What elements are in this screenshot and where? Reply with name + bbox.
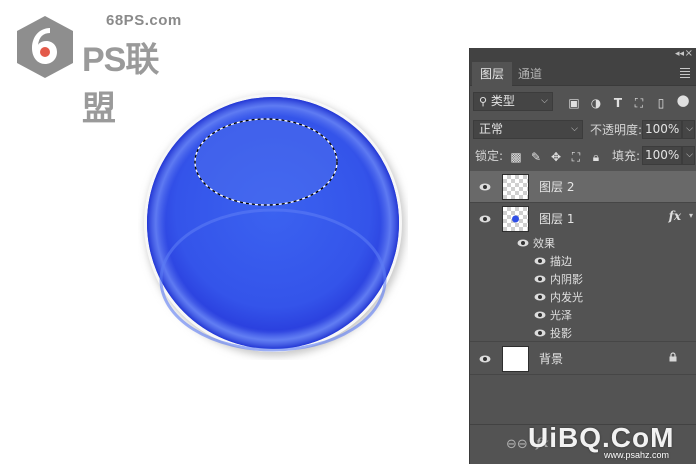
layer-row-layer-2[interactable]: 图层 2	[470, 171, 696, 203]
tab-channels[interactable]: 通道	[510, 62, 550, 86]
layer-row-layer-1[interactable]: 图层 1 fx ▾	[470, 203, 696, 235]
visibility-eye-icon[interactable]	[534, 275, 546, 283]
layer-thumbnail	[502, 346, 529, 372]
glass-ball-artwork	[144, 94, 405, 356]
panel-titlebar: ◂◂ ×	[470, 48, 696, 62]
opacity-label: 不透明度:	[590, 123, 643, 137]
effect-name: 投影	[550, 327, 572, 340]
visibility-eye-icon[interactable]	[479, 355, 491, 363]
effects-label: 效果	[533, 237, 555, 250]
search-icon: ⚲	[479, 95, 488, 108]
opacity-value: 100%	[645, 122, 680, 136]
expand-effects-icon[interactable]: ▾	[689, 211, 693, 220]
tab-layers[interactable]: 图层	[472, 62, 513, 86]
lock-label: 锁定:	[475, 149, 504, 163]
visibility-eye-icon[interactable]	[479, 215, 491, 223]
chevron-down-icon: ⌵	[686, 124, 693, 134]
lock-icon	[669, 352, 677, 362]
watermark-url: www.psahz.com	[604, 450, 670, 460]
visibility-eye-icon[interactable]	[517, 239, 529, 247]
panel-menu-icon[interactable]	[680, 68, 690, 78]
effect-name: 内发光	[550, 291, 583, 304]
chevron-down-icon: ⌵	[541, 96, 548, 106]
visibility-eye-icon[interactable]	[534, 293, 546, 301]
logo-hexagon-icon	[17, 16, 73, 78]
lock-artboard-icon[interactable]: ⛶	[569, 149, 583, 165]
layer-name[interactable]: 图层 1	[539, 210, 574, 227]
visibility-eye-icon[interactable]	[534, 311, 546, 319]
chevron-down-icon: ⌵	[686, 150, 693, 160]
filter-adjustment-icon[interactable]: ◑	[589, 95, 603, 111]
filter-smart-object-icon[interactable]: ▯	[654, 95, 668, 111]
layer-name[interactable]: 背景	[539, 350, 563, 367]
panel-tabs: 图层 通道	[470, 62, 696, 86]
effect-row-inner-glow[interactable]: 内发光	[470, 288, 696, 306]
opacity-input[interactable]: 100%	[642, 120, 682, 139]
lock-transparent-icon[interactable]: ▩	[509, 149, 523, 165]
filter-kind-select[interactable]: ⚲ 类型 ⌵	[473, 92, 553, 111]
effect-name: 内阴影	[550, 273, 583, 286]
blend-mode-value: 正常	[479, 122, 504, 136]
visibility-eye-icon[interactable]	[534, 329, 546, 337]
fill-label: 填充:	[612, 149, 641, 163]
fill-input[interactable]: 100%	[642, 146, 682, 165]
filter-kind-label: 类型	[490, 94, 515, 108]
ps-union-logo: 68PS.com PS联盟	[12, 8, 187, 128]
effect-row-stroke[interactable]: 描边	[470, 252, 696, 270]
layer-name[interactable]: 图层 2	[539, 178, 574, 195]
layer-row-background[interactable]: 背景	[470, 343, 696, 375]
filter-type-icon[interactable]: T	[611, 95, 625, 111]
effect-row-drop-shadow[interactable]: 投影	[470, 324, 696, 342]
lock-image-brush-icon[interactable]: ✎	[529, 149, 543, 165]
close-icon[interactable]: ×	[685, 48, 693, 59]
fill-value: 100%	[645, 148, 680, 162]
effect-name: 光泽	[550, 309, 572, 322]
uibq-watermark: UiBQ.CoM www.psahz.com	[520, 420, 696, 464]
filter-shape-icon[interactable]: ⛶	[632, 95, 646, 111]
lock-row: 锁定: ▩ ✎ ✥ ⛶ 🔒︎ 填充: 100% ⌵	[470, 146, 696, 168]
lock-position-move-icon[interactable]: ✥	[549, 149, 563, 165]
filter-toggle-icon[interactable]: ●	[676, 92, 690, 108]
visibility-eye-icon[interactable]	[479, 183, 491, 191]
blend-mode-select[interactable]: 正常 ⌵	[473, 120, 583, 139]
layer-fx-badge[interactable]: fx	[669, 209, 681, 223]
logo-site-text: 68PS.com	[106, 12, 182, 29]
effect-row-satin[interactable]: 光泽	[470, 306, 696, 324]
effect-name: 描边	[550, 255, 572, 268]
chevron-down-icon: ⌵	[571, 124, 578, 134]
layer-thumbnail	[502, 206, 529, 232]
visibility-eye-icon[interactable]	[534, 257, 546, 265]
collapse-icon[interactable]: ◂◂	[675, 49, 684, 59]
filter-row: ⚲ 类型 ⌵ ▣ ◑ T ⛶ ▯ ●	[470, 92, 696, 116]
opacity-dropdown[interactable]: ⌵	[682, 120, 695, 139]
blue-dot-thumbnail-icon	[512, 215, 519, 223]
effects-header[interactable]: 效果	[470, 234, 696, 252]
fill-dropdown[interactable]: ⌵	[682, 146, 695, 165]
lock-all-icon[interactable]: 🔒︎	[589, 149, 603, 165]
effect-row-inner-shadow[interactable]: 内阴影	[470, 270, 696, 288]
filter-pixel-icon[interactable]: ▣	[567, 95, 581, 111]
layers-panel: ◂◂ × 图层 通道 ⚲ 类型 ⌵ ▣ ◑ T ⛶ ▯ ● 正常 ⌵ 不透明度:…	[469, 48, 696, 464]
blend-row: 正常 ⌵ 不透明度: 100% ⌵	[470, 120, 696, 142]
layer-thumbnail	[502, 174, 529, 200]
photoshop-workspace: 68PS.com PS联盟 ◂◂ × 图层 通道 ⚲ 类型 ⌵ ▣ ◑ T ⛶ …	[0, 0, 696, 464]
